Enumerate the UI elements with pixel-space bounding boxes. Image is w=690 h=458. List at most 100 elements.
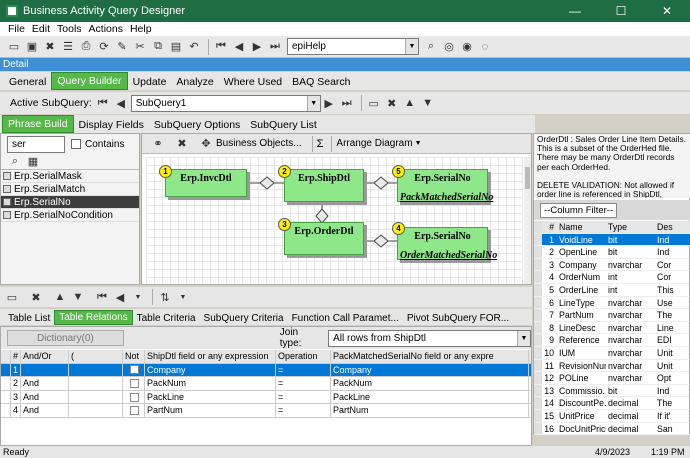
menu-actions[interactable]: Actions bbox=[89, 23, 123, 35]
not-checkbox[interactable] bbox=[130, 378, 139, 388]
tab-analyze[interactable]: Analyze bbox=[171, 74, 218, 90]
tab-update[interactable]: Update bbox=[128, 74, 172, 90]
join-diamond[interactable] bbox=[259, 176, 275, 190]
chevron-down-icon[interactable]: ▼ bbox=[175, 289, 191, 305]
link-icon[interactable]: ⚭ bbox=[150, 136, 166, 152]
table-row[interactable]: 5 OrderLine int This bbox=[534, 283, 690, 297]
delete-icon[interactable]: ✖ bbox=[28, 289, 44, 305]
diagram-canvas[interactable]: Erp.InvcDtl 1 Erp.ShipDtl 2 Erp.OrderDtl… bbox=[146, 157, 523, 284]
table-row[interactable]: 16 DocUnitPrice decimal San bbox=[534, 422, 690, 436]
next-icon[interactable]: ▶ bbox=[321, 95, 337, 111]
column-header[interactable]: Name bbox=[556, 221, 606, 233]
new-icon[interactable]: ▭ bbox=[6, 39, 22, 55]
and-or-cell[interactable]: And bbox=[21, 390, 69, 404]
close-button[interactable]: ✕ bbox=[644, 0, 690, 22]
table-row[interactable]: 13 Commissio... bit Ind bbox=[534, 384, 690, 398]
paren-cell[interactable] bbox=[69, 377, 123, 390]
column-header[interactable]: Type bbox=[606, 221, 655, 233]
paren-cell[interactable] bbox=[69, 363, 123, 377]
menu-tools[interactable]: Tools bbox=[57, 23, 82, 35]
first-icon[interactable]: ⏮ bbox=[95, 95, 111, 111]
not-checkbox[interactable] bbox=[130, 365, 139, 375]
column-header[interactable]: ( bbox=[69, 350, 123, 363]
undo-icon[interactable]: ↶ bbox=[186, 39, 202, 55]
grid-view-icon[interactable]: ▦ bbox=[25, 154, 41, 170]
table-row[interactable]: 3 And PackLine = PackLine bbox=[1, 390, 531, 405]
menu-file[interactable]: File bbox=[8, 23, 25, 35]
right-field-cell[interactable]: PackLine bbox=[331, 390, 529, 404]
dictionary-button[interactable]: Dictionary(0) bbox=[7, 330, 124, 346]
tab-table-relations[interactable]: Table Relations bbox=[54, 310, 133, 325]
tools-icon[interactable]: ✎ bbox=[114, 39, 130, 55]
print-icon[interactable]: ⎙ bbox=[78, 39, 94, 55]
last-record-icon[interactable]: ⏭ bbox=[267, 39, 283, 55]
table-row[interactable]: 4 And PartNum = PartNum bbox=[1, 404, 531, 418]
paste-icon[interactable]: ▤ bbox=[168, 39, 184, 55]
prev-record-icon[interactable]: ◀ bbox=[231, 39, 247, 55]
prev-icon[interactable]: ◀ bbox=[112, 289, 128, 305]
operation-cell[interactable]: = bbox=[276, 404, 331, 417]
column-header[interactable]: PackMatchedSerialNo field or any expre bbox=[331, 350, 529, 363]
not-checkbox[interactable] bbox=[130, 406, 139, 416]
operation-cell[interactable]: = bbox=[276, 390, 331, 404]
tab-subquery-list[interactable]: SubQuery List bbox=[245, 117, 322, 133]
subquery-combo[interactable]: SubQuery1 ▼ bbox=[130, 94, 321, 112]
join-type-combo[interactable]: All rows from ShipDtl ▼ bbox=[328, 329, 531, 347]
tab-general[interactable]: General bbox=[4, 74, 51, 90]
table-row[interactable]: 2 And PackNum = PackNum bbox=[1, 377, 531, 391]
join-diamond[interactable] bbox=[373, 176, 389, 190]
tab-function-call-parameters[interactable]: Function Call Paramet... bbox=[288, 312, 403, 325]
tab-display-fields[interactable]: Display Fields bbox=[74, 117, 149, 133]
not-cell[interactable] bbox=[123, 390, 145, 404]
scrollbar-thumb[interactable] bbox=[525, 167, 530, 189]
copy-icon[interactable]: ⧉ bbox=[150, 39, 166, 55]
left-field-cell[interactable]: PartNum bbox=[145, 404, 276, 417]
save-icon[interactable]: ▣ bbox=[24, 39, 40, 55]
table-row[interactable]: 1 Company = Company bbox=[1, 363, 531, 378]
table-row[interactable]: 4 OrderNum int Cor bbox=[534, 271, 690, 284]
new-subquery-icon[interactable]: ▭ bbox=[366, 95, 382, 111]
chevron-down-icon[interactable]: ▼ bbox=[306, 95, 320, 111]
diagram-node-packmatchedserialno[interactable]: Erp.SerialNo PackMatchedSerialNo bbox=[397, 169, 493, 203]
first-record-icon[interactable]: ⏮ bbox=[213, 39, 229, 55]
table-row[interactable]: 11 RevisionNumnvarchar Unit bbox=[534, 359, 690, 373]
chevron-down-icon[interactable]: ▼ bbox=[405, 39, 418, 54]
cut-icon[interactable]: ✂ bbox=[132, 39, 148, 55]
move-up-icon[interactable]: ▲ bbox=[402, 95, 418, 111]
chevron-down-icon[interactable]: ▼ bbox=[130, 289, 146, 305]
not-checkbox[interactable] bbox=[130, 392, 139, 402]
diagram-node-invcdtl[interactable]: Erp.InvcDtl bbox=[165, 169, 247, 197]
last-icon[interactable]: ⏭ bbox=[339, 95, 355, 111]
business-objects-button[interactable]: Business Objects... bbox=[216, 138, 302, 149]
column-header[interactable]: ShipDtl field or any expression bbox=[145, 350, 276, 363]
sum-button[interactable]: Σ bbox=[317, 138, 324, 150]
paren-cell[interactable] bbox=[69, 404, 123, 417]
list-icon[interactable]: ☰ bbox=[60, 39, 76, 55]
table-row[interactable]: 1 VoidLine bit Ind bbox=[534, 233, 690, 247]
move-down-icon[interactable]: ▼ bbox=[70, 289, 86, 305]
left-field-cell[interactable]: Company bbox=[145, 363, 276, 377]
operation-cell[interactable]: = bbox=[276, 363, 331, 377]
maximize-button[interactable]: ☐ bbox=[598, 0, 644, 22]
table-row[interactable]: 12 POLine nvarchar Opt bbox=[534, 372, 690, 385]
table-row[interactable]: 6 LineType nvarchar Use bbox=[534, 296, 690, 310]
column-header[interactable]: # bbox=[542, 221, 556, 233]
column-header[interactable]: Not bbox=[123, 350, 145, 363]
table-row[interactable]: 14 DiscountPe...decimal The bbox=[534, 397, 690, 410]
search-icon[interactable]: ⌕ bbox=[423, 39, 439, 55]
tab-baq-search[interactable]: BAQ Search bbox=[287, 74, 355, 90]
list-item[interactable]: Erp.SerialMatch bbox=[1, 183, 139, 196]
refresh-icon[interactable]: ⟳ bbox=[96, 39, 112, 55]
tab-where-used[interactable]: Where Used bbox=[219, 74, 287, 90]
next-record-icon[interactable]: ▶ bbox=[249, 39, 265, 55]
table-row[interactable]: 15 UnitPrice decimal If it' bbox=[534, 409, 690, 423]
not-cell[interactable] bbox=[123, 363, 145, 377]
table-row[interactable]: 10 IUM nvarchar Unit bbox=[534, 346, 690, 360]
right-field-cell[interactable]: PackNum bbox=[331, 377, 529, 390]
not-cell[interactable] bbox=[123, 377, 145, 390]
column-header[interactable]: And/Or bbox=[21, 350, 69, 363]
chevron-down-icon[interactable]: ▼ bbox=[517, 330, 530, 346]
column-header[interactable]: Des bbox=[655, 221, 690, 233]
operation-cell[interactable]: = bbox=[276, 377, 331, 390]
table-row[interactable]: 9 Reference nvarchar EDI bbox=[534, 334, 690, 347]
